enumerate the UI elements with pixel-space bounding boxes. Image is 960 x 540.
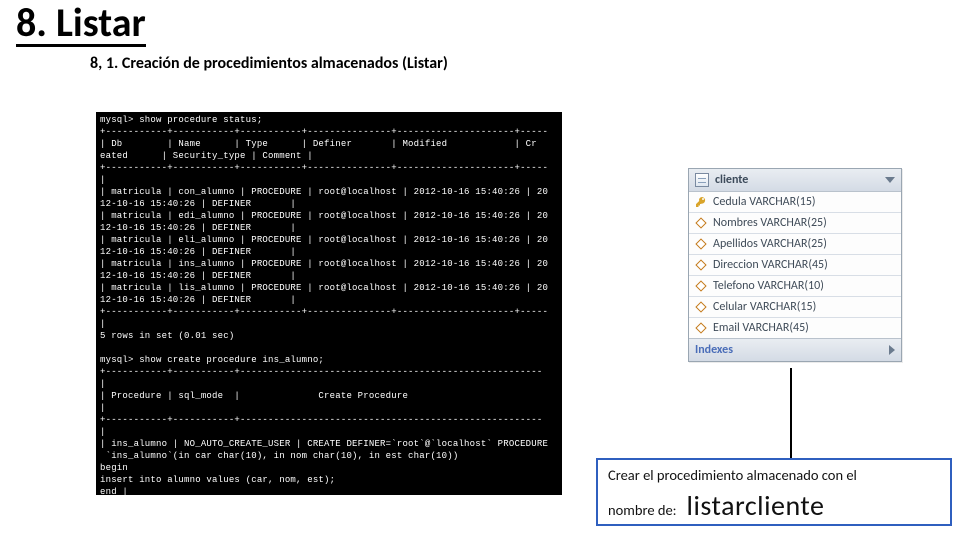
table-column-row[interactable]: Email VARCHAR(45) — [689, 318, 901, 338]
diamond-icon — [695, 301, 707, 313]
column-label: Cedula VARCHAR(15) — [713, 195, 895, 209]
column-label: Email VARCHAR(45) — [713, 321, 895, 335]
table-column-row[interactable]: Direccion VARCHAR(45) — [689, 255, 901, 276]
page-title: 8. Listar — [16, 2, 146, 47]
column-label: Telefono VARCHAR(10) — [713, 279, 895, 293]
table-column-row[interactable]: Celular VARCHAR(15) — [689, 297, 901, 318]
table-schema-header[interactable]: cliente — [689, 169, 901, 192]
terminal-output: mysql> show procedure status; +---------… — [96, 112, 562, 495]
chevron-down-icon — [885, 177, 895, 183]
column-label: Celular VARCHAR(15) — [713, 300, 895, 314]
chevron-right-icon — [889, 345, 895, 355]
connector-line — [790, 368, 792, 458]
diamond-icon — [695, 217, 707, 229]
page-subtitle: 8, 1. Creación de procedimientos almacen… — [90, 54, 448, 73]
table-indexes-footer[interactable]: Indexes — [689, 338, 901, 361]
indexes-label: Indexes — [695, 343, 733, 357]
table-column-row[interactable]: Nombres VARCHAR(25) — [689, 213, 901, 234]
table-column-row[interactable]: Cedula VARCHAR(15) — [689, 192, 901, 213]
table-column-row[interactable]: Apellidos VARCHAR(25) — [689, 234, 901, 255]
diamond-icon — [695, 280, 707, 292]
column-label: Nombres VARCHAR(25) — [713, 216, 895, 230]
diamond-icon — [695, 322, 707, 334]
column-label: Direccion VARCHAR(45) — [713, 258, 895, 272]
callout-text-prefix: nombre de: — [608, 501, 677, 519]
key-icon — [695, 196, 707, 208]
table-schema-panel: cliente Cedula VARCHAR(15) Nombres VARCH… — [688, 168, 902, 362]
table-name-label: cliente — [715, 173, 748, 187]
callout-box: Crear el procedimiento almacenado con el… — [596, 458, 952, 526]
table-columns-list: Cedula VARCHAR(15) Nombres VARCHAR(25) A… — [689, 192, 901, 338]
callout-text-line1: Crear el procedimiento almacenado con el — [608, 466, 940, 486]
table-column-row[interactable]: Telefono VARCHAR(10) — [689, 276, 901, 297]
table-icon — [695, 173, 709, 187]
diamond-icon — [695, 238, 707, 250]
procedure-name: listarcliente — [687, 488, 825, 523]
diamond-icon — [695, 259, 707, 271]
column-label: Apellidos VARCHAR(25) — [713, 237, 895, 251]
